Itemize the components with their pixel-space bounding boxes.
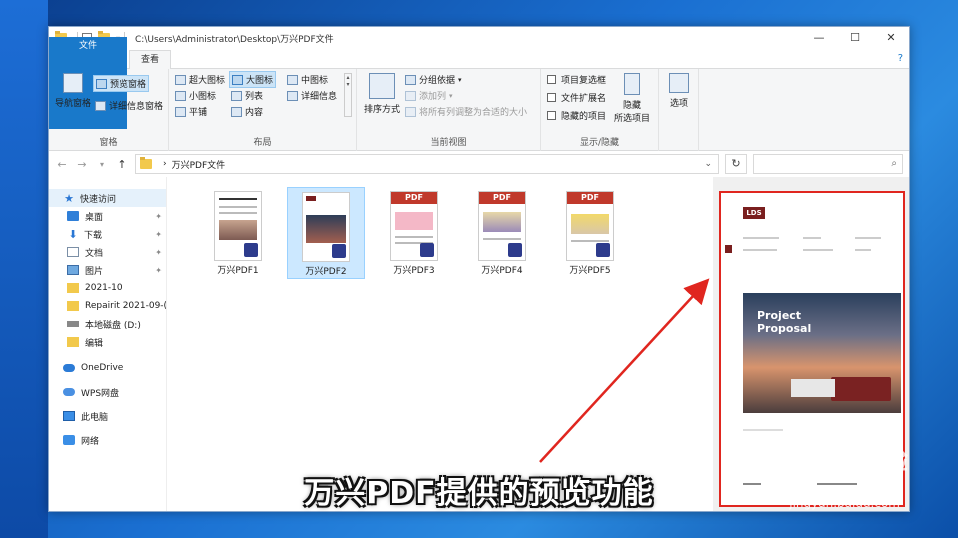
- video-caption: 万兴PDF提供的预览功能: [304, 476, 654, 511]
